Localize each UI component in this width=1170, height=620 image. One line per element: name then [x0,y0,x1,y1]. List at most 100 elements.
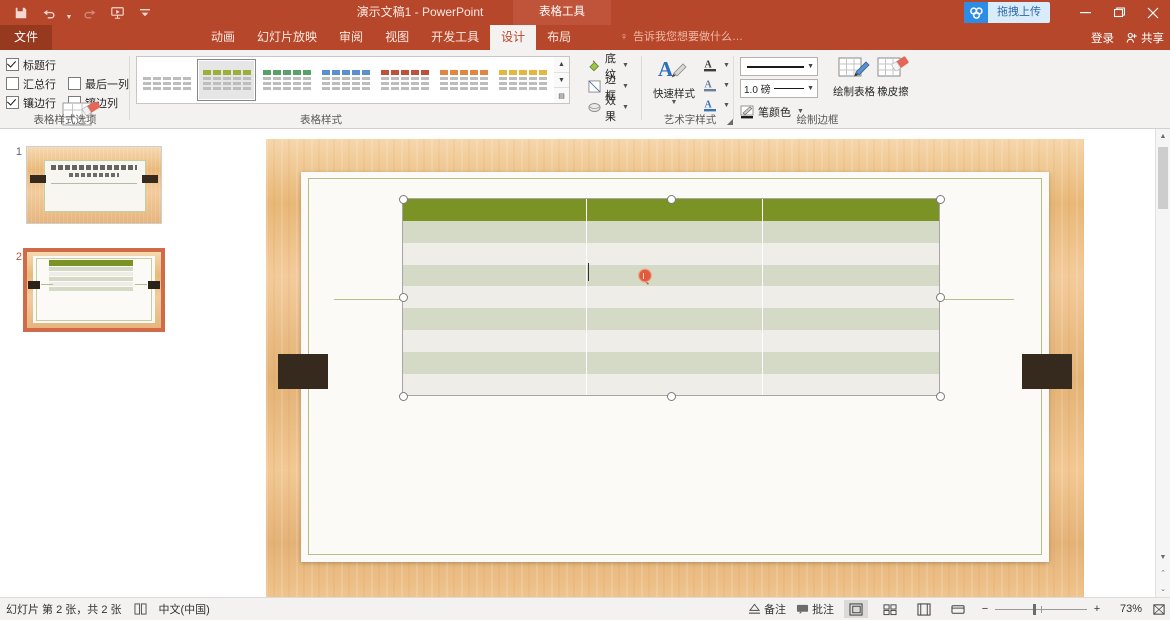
drag-upload-button[interactable]: 拖拽上传 [964,2,1050,23]
zoom-percentage[interactable]: 73% [1112,603,1142,615]
borders-dropdown-icon[interactable]: ▼ [622,83,629,90]
resize-handle-middle-left[interactable] [399,293,408,302]
customize-qat-icon[interactable] [132,1,158,24]
gallery-item-0[interactable] [138,60,195,100]
zoom-slider[interactable]: − + [980,603,1102,615]
effects-button[interactable]: 效果 ▼ [587,95,629,123]
gallery-item-5[interactable] [435,60,492,100]
tab-design[interactable]: 设计 [490,25,537,50]
table-row[interactable] [402,264,940,287]
quick-styles-dropdown-icon[interactable]: ▼ [671,99,678,106]
tab-slideshow[interactable]: 幻灯片放映 [246,25,328,50]
pen-weight-dropdown[interactable]: 1.0 磅 ▼ [740,79,818,98]
table-styles-gallery[interactable] [136,56,556,104]
resize-handle-top-center[interactable] [667,195,676,204]
checkbox-last-column[interactable]: 最后一列 [68,76,130,92]
table-row[interactable] [402,221,940,243]
slide-thumbnail-2[interactable]: 2 [8,248,165,332]
zoom-track[interactable] [995,603,1087,615]
previous-slide-icon[interactable]: ⌃ [1156,566,1170,580]
undo-icon[interactable] [36,1,62,24]
slide-sorter-view-button[interactable] [878,600,902,618]
slide-table[interactable] [402,198,940,396]
tab-animations[interactable]: 动画 [200,25,246,50]
effects-dropdown-icon[interactable]: ▼ [622,104,629,111]
shading-dropdown-icon[interactable]: ▼ [622,62,629,69]
scroll-down-icon[interactable]: ▼ [1156,550,1170,564]
tab-file[interactable]: 文件 [0,25,53,50]
table-row[interactable] [402,242,940,265]
language-indicator[interactable]: 中文(中国) [159,601,210,617]
table-column-divider[interactable] [586,198,587,396]
scroll-up-icon[interactable]: ▲ [1156,129,1170,143]
notes-button[interactable]: 备注 [748,601,786,617]
tab-review[interactable]: 审阅 [328,25,374,50]
quick-styles-icon: A [657,56,691,86]
gallery-item-4[interactable] [376,60,433,100]
zoom-in-button[interactable]: + [1092,603,1102,615]
restore-button[interactable] [1102,0,1136,25]
fit-slide-to-window-button[interactable] [1152,603,1166,616]
tab-view[interactable]: 视图 [374,25,420,50]
table-row[interactable] [402,308,940,330]
slideshow-view-button[interactable] [946,600,970,618]
reading-view-button[interactable] [912,600,936,618]
tell-me-search[interactable]: ♀ 告诉我您想要做什么… [618,25,743,50]
share-button[interactable]: 共享 [1126,30,1164,46]
table-row[interactable] [402,329,940,352]
gallery-scroll-down-icon[interactable]: ▼ [554,73,569,89]
redo-icon[interactable] [76,1,102,24]
resize-handle-top-left[interactable] [399,195,408,204]
gallery-item-1-selected[interactable] [197,59,256,101]
undo-dropdown-icon[interactable]: ▼ [64,0,74,28]
resize-handle-top-right[interactable] [936,195,945,204]
comments-button[interactable]: 批注 [796,601,834,617]
sign-in-button[interactable]: 登录 [1091,30,1114,46]
eraser-button[interactable]: 橡皮擦 [866,56,920,98]
text-outline-button[interactable]: A ▼ [703,75,730,95]
gallery-item-3[interactable] [317,60,374,100]
resize-handle-bottom-center[interactable] [667,392,676,401]
accessibility-icon[interactable] [134,603,147,615]
text-outline-dropdown-icon[interactable]: ▼ [723,82,730,89]
close-button[interactable] [1136,0,1170,25]
slide-indicator[interactable]: 幻灯片 第 2 张，共 2 张 [6,601,122,617]
borders-icon [587,80,601,94]
text-effects-dropdown-icon[interactable]: ▼ [723,102,730,109]
slide-editing-canvas[interactable]: I [176,129,1162,599]
tab-layout[interactable]: 布局 [536,25,582,50]
gallery-scroll-up-icon[interactable]: ▲ [554,57,569,73]
window-controls [1068,0,1170,25]
save-icon[interactable] [8,1,34,24]
minimize-button[interactable] [1068,0,1102,25]
text-effects-icon: A [703,98,717,112]
table-row[interactable] [402,351,940,374]
gallery-more-icon[interactable]: ▤ [554,88,569,103]
resize-handle-bottom-right[interactable] [936,392,945,401]
start-slideshow-icon[interactable] [104,1,130,24]
resize-handle-bottom-left[interactable] [399,392,408,401]
pen-style-dropdown[interactable]: ▼ [740,57,818,76]
checkbox-total-row[interactable]: 汇总行 [6,76,68,92]
gallery-item-6[interactable] [494,60,551,100]
slide-thumbnail-1[interactable]: 1 PPT数据中心演示汇报 分解分析 [8,146,162,224]
checkbox-banded-rows[interactable]: 镶边行 [6,95,68,111]
slide-preview-2-selected[interactable] [23,248,165,332]
text-fill-dropdown-icon[interactable]: ▼ [723,62,730,69]
gallery-item-2[interactable] [258,60,315,100]
zoom-out-button[interactable]: − [980,603,990,615]
next-slide-icon[interactable]: ⌄ [1156,582,1170,596]
table-column-divider[interactable] [762,198,763,396]
canvas-vertical-scrollbar[interactable]: ▲ ▼ ⌃ ⌄ [1155,129,1170,598]
current-slide[interactable]: I [266,139,1084,599]
checkbox-header-row[interactable]: 标题行 [6,57,68,73]
slide-preview-1[interactable]: PPT数据中心演示汇报 分解分析 [26,146,162,224]
table-row[interactable] [402,286,940,309]
text-fill-button[interactable]: A ▼ [703,55,730,75]
zoom-thumb[interactable] [1033,603,1036,615]
tab-developer[interactable]: 开发工具 [420,25,490,50]
resize-handle-middle-right[interactable] [936,293,945,302]
normal-view-button[interactable] [844,600,868,618]
quick-styles-button[interactable]: A 快速样式 ▼ [647,56,701,106]
scrollbar-thumb[interactable] [1158,147,1168,209]
